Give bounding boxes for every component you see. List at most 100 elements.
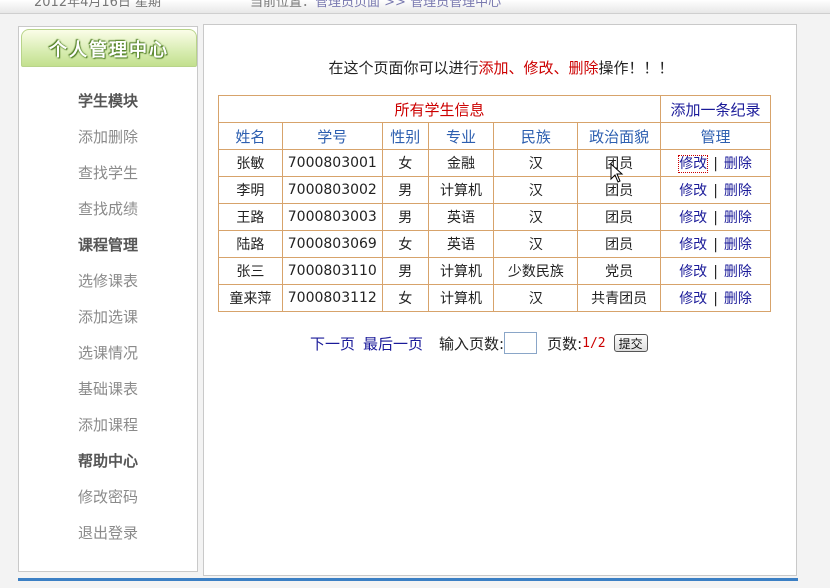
edit-link[interactable]: 修改 — [679, 237, 707, 253]
action-separator: | — [713, 291, 718, 307]
intro-prefix: 在这个页面你可以进行 — [328, 59, 479, 77]
table-cell: 张三 — [218, 257, 283, 285]
table-cell: 童来萍 — [218, 284, 283, 312]
bottom-divider — [18, 578, 798, 581]
table-row: 王路 7000803003 男英语汉团员 修改 | 删除 — [218, 203, 771, 231]
sidebar-item[interactable]: 选修课表 — [19, 263, 197, 299]
sidebar-item[interactable]: 查找成绩 — [19, 191, 197, 227]
row-actions: 修改 | 删除 — [660, 284, 771, 312]
sidebar-item[interactable]: 添加课程 — [19, 407, 197, 443]
table-cell: 汉 — [493, 176, 579, 204]
intro-suffix: 操作！！！ — [598, 59, 674, 77]
table-cell: 党员 — [577, 257, 662, 285]
table-header-row: 姓名 学号 性别 专业 民族 政治面貌 管理 — [218, 122, 771, 150]
table-cell: 男 — [381, 257, 429, 285]
page-count-value: 1/2 — [582, 335, 606, 351]
table-cell: 7000803112 — [281, 284, 383, 312]
table-cell: 7000803003 — [281, 203, 383, 231]
table-cell: 陆路 — [218, 230, 283, 258]
delete-link[interactable]: 删除 — [724, 156, 752, 172]
row-actions: 修改 | 删除 — [660, 203, 771, 231]
action-separator: | — [713, 264, 718, 280]
breadcrumb-separator: >> — [380, 0, 411, 10]
current-date: 2012年4月16日 星期 — [34, 0, 162, 10]
table-cell: 汉 — [493, 230, 579, 258]
top-info-bar: 2012年4月16日 星期 当前位置：管理员页面 >> 管理员管理中心 — [0, 0, 830, 14]
table-cell: 李明 — [218, 176, 283, 204]
table-cell: 计算机 — [427, 176, 495, 204]
table-row: 童来萍 7000803112 女计算机汉共青团员 修改 | 删除 — [218, 284, 771, 312]
table-cell: 团员 — [577, 203, 662, 231]
table-cell: 女 — [381, 284, 429, 312]
table-cell: 少数民族 — [493, 257, 579, 285]
edit-link[interactable]: 修改 — [679, 183, 707, 199]
sidebar-title: 个人管理中心 — [49, 40, 169, 61]
page-count-label: 页数: — [547, 334, 583, 353]
column-header: 姓名 — [218, 122, 283, 150]
breadcrumb-label: 当前位置： — [250, 0, 316, 10]
delete-link[interactable]: 删除 — [724, 210, 752, 226]
sidebar-menu: 学生模块添加删除 查找学生 查找成绩课程管理选修课表 添加选课 选课情况 基础课表 添加课程… — [19, 83, 197, 551]
last-page-link[interactable]: 最后一页 — [363, 333, 423, 354]
table-row: 陆路 7000803069 女英语汉团员 修改 | 删除 — [218, 230, 771, 258]
action-separator: | — [713, 183, 718, 199]
table-cell: 汉 — [493, 149, 579, 177]
sidebar-item[interactable]: 基础课表 — [19, 371, 197, 407]
table-cell: 金融 — [427, 149, 495, 177]
table-cell: 女 — [381, 230, 429, 258]
page-number-input[interactable] — [504, 332, 538, 354]
sidebar: 个人管理中心 学生模块添加删除 查找学生 查找成绩课程管理选修课表 添加选课 选课情况基… — [18, 26, 198, 572]
column-header: 政治面貌 — [577, 122, 662, 150]
table-cell: 计算机 — [427, 257, 495, 285]
table-cell: 汉 — [493, 203, 579, 231]
mouse-cursor-icon — [610, 163, 624, 183]
column-header: 民族 — [493, 122, 579, 150]
intro-text: 在这个页面你可以进行添加、修改、删除操作！！！ — [204, 57, 798, 78]
delete-link[interactable]: 删除 — [724, 237, 752, 253]
table-cell: 7000803001 — [281, 149, 383, 177]
row-actions: 修改 | 删除 — [660, 230, 771, 258]
action-separator: | — [713, 210, 718, 226]
sidebar-category: 学生模块 — [77, 92, 138, 110]
delete-link[interactable]: 删除 — [724, 183, 752, 199]
edit-link[interactable]: 修改 — [679, 210, 707, 226]
sidebar-item[interactable]: 添加选课 — [19, 299, 197, 335]
table-cell: 英语 — [427, 203, 495, 231]
add-record-link[interactable]: 添加一条纪录 — [660, 95, 771, 123]
table-row: 张敏 7000803001 女金融汉团员 修改 | 删除 — [218, 149, 771, 177]
table-cell: 男 — [381, 176, 429, 204]
sidebar-header: 个人管理中心 — [21, 29, 197, 67]
breadcrumb-home-link[interactable]: 管理员页面 — [315, 0, 380, 10]
edit-link[interactable]: 修改 — [679, 264, 707, 280]
row-actions: 修改 | 删除 — [660, 149, 771, 177]
delete-link[interactable]: 删除 — [724, 264, 752, 280]
breadcrumb-current: 管理员管理中心 — [410, 0, 502, 10]
table-title-row: 所有学生信息 添加一条纪录 — [217, 95, 771, 123]
next-page-link[interactable]: 下一页 — [310, 333, 355, 354]
edit-link[interactable]: 修改 — [678, 155, 709, 173]
table-cell: 计算机 — [427, 284, 495, 312]
student-table: 所有学生信息 添加一条纪录 姓名 学号 性别 专业 民族 政治面貌 管理 张敏 7000803… — [217, 95, 771, 312]
sidebar-item[interactable]: 添加删除 — [19, 119, 197, 155]
table-cell: 汉 — [493, 284, 579, 312]
table-cell: 王路 — [218, 203, 283, 231]
table-cell: 7000803002 — [281, 176, 383, 204]
table-cell: 张敏 — [218, 149, 283, 177]
submit-button[interactable]: 提交 — [613, 334, 648, 352]
sidebar-category: 课程管理 — [77, 236, 138, 254]
sidebar-item[interactable]: 修改密码 — [19, 479, 197, 515]
delete-link[interactable]: 删除 — [724, 291, 752, 307]
sidebar-item[interactable]: 查找学生 — [19, 155, 197, 191]
action-separator: | — [713, 156, 718, 172]
table-cell: 团员 — [577, 230, 662, 258]
action-separator: | — [713, 237, 718, 253]
table-cell: 英语 — [427, 230, 495, 258]
column-header: 性别 — [381, 122, 429, 150]
edit-link[interactable]: 修改 — [679, 291, 707, 307]
table-title: 所有学生信息 — [217, 95, 662, 123]
sidebar-item[interactable]: 选课情况 — [19, 335, 197, 371]
table-cell: 女 — [381, 149, 429, 177]
sidebar-item[interactable]: 退出登录 — [19, 515, 197, 551]
main-panel: 在这个页面你可以进行添加、修改、删除操作！！！ 所有学生信息 添加一条纪录 姓名… — [203, 24, 797, 576]
row-actions: 修改 | 删除 — [660, 257, 771, 285]
